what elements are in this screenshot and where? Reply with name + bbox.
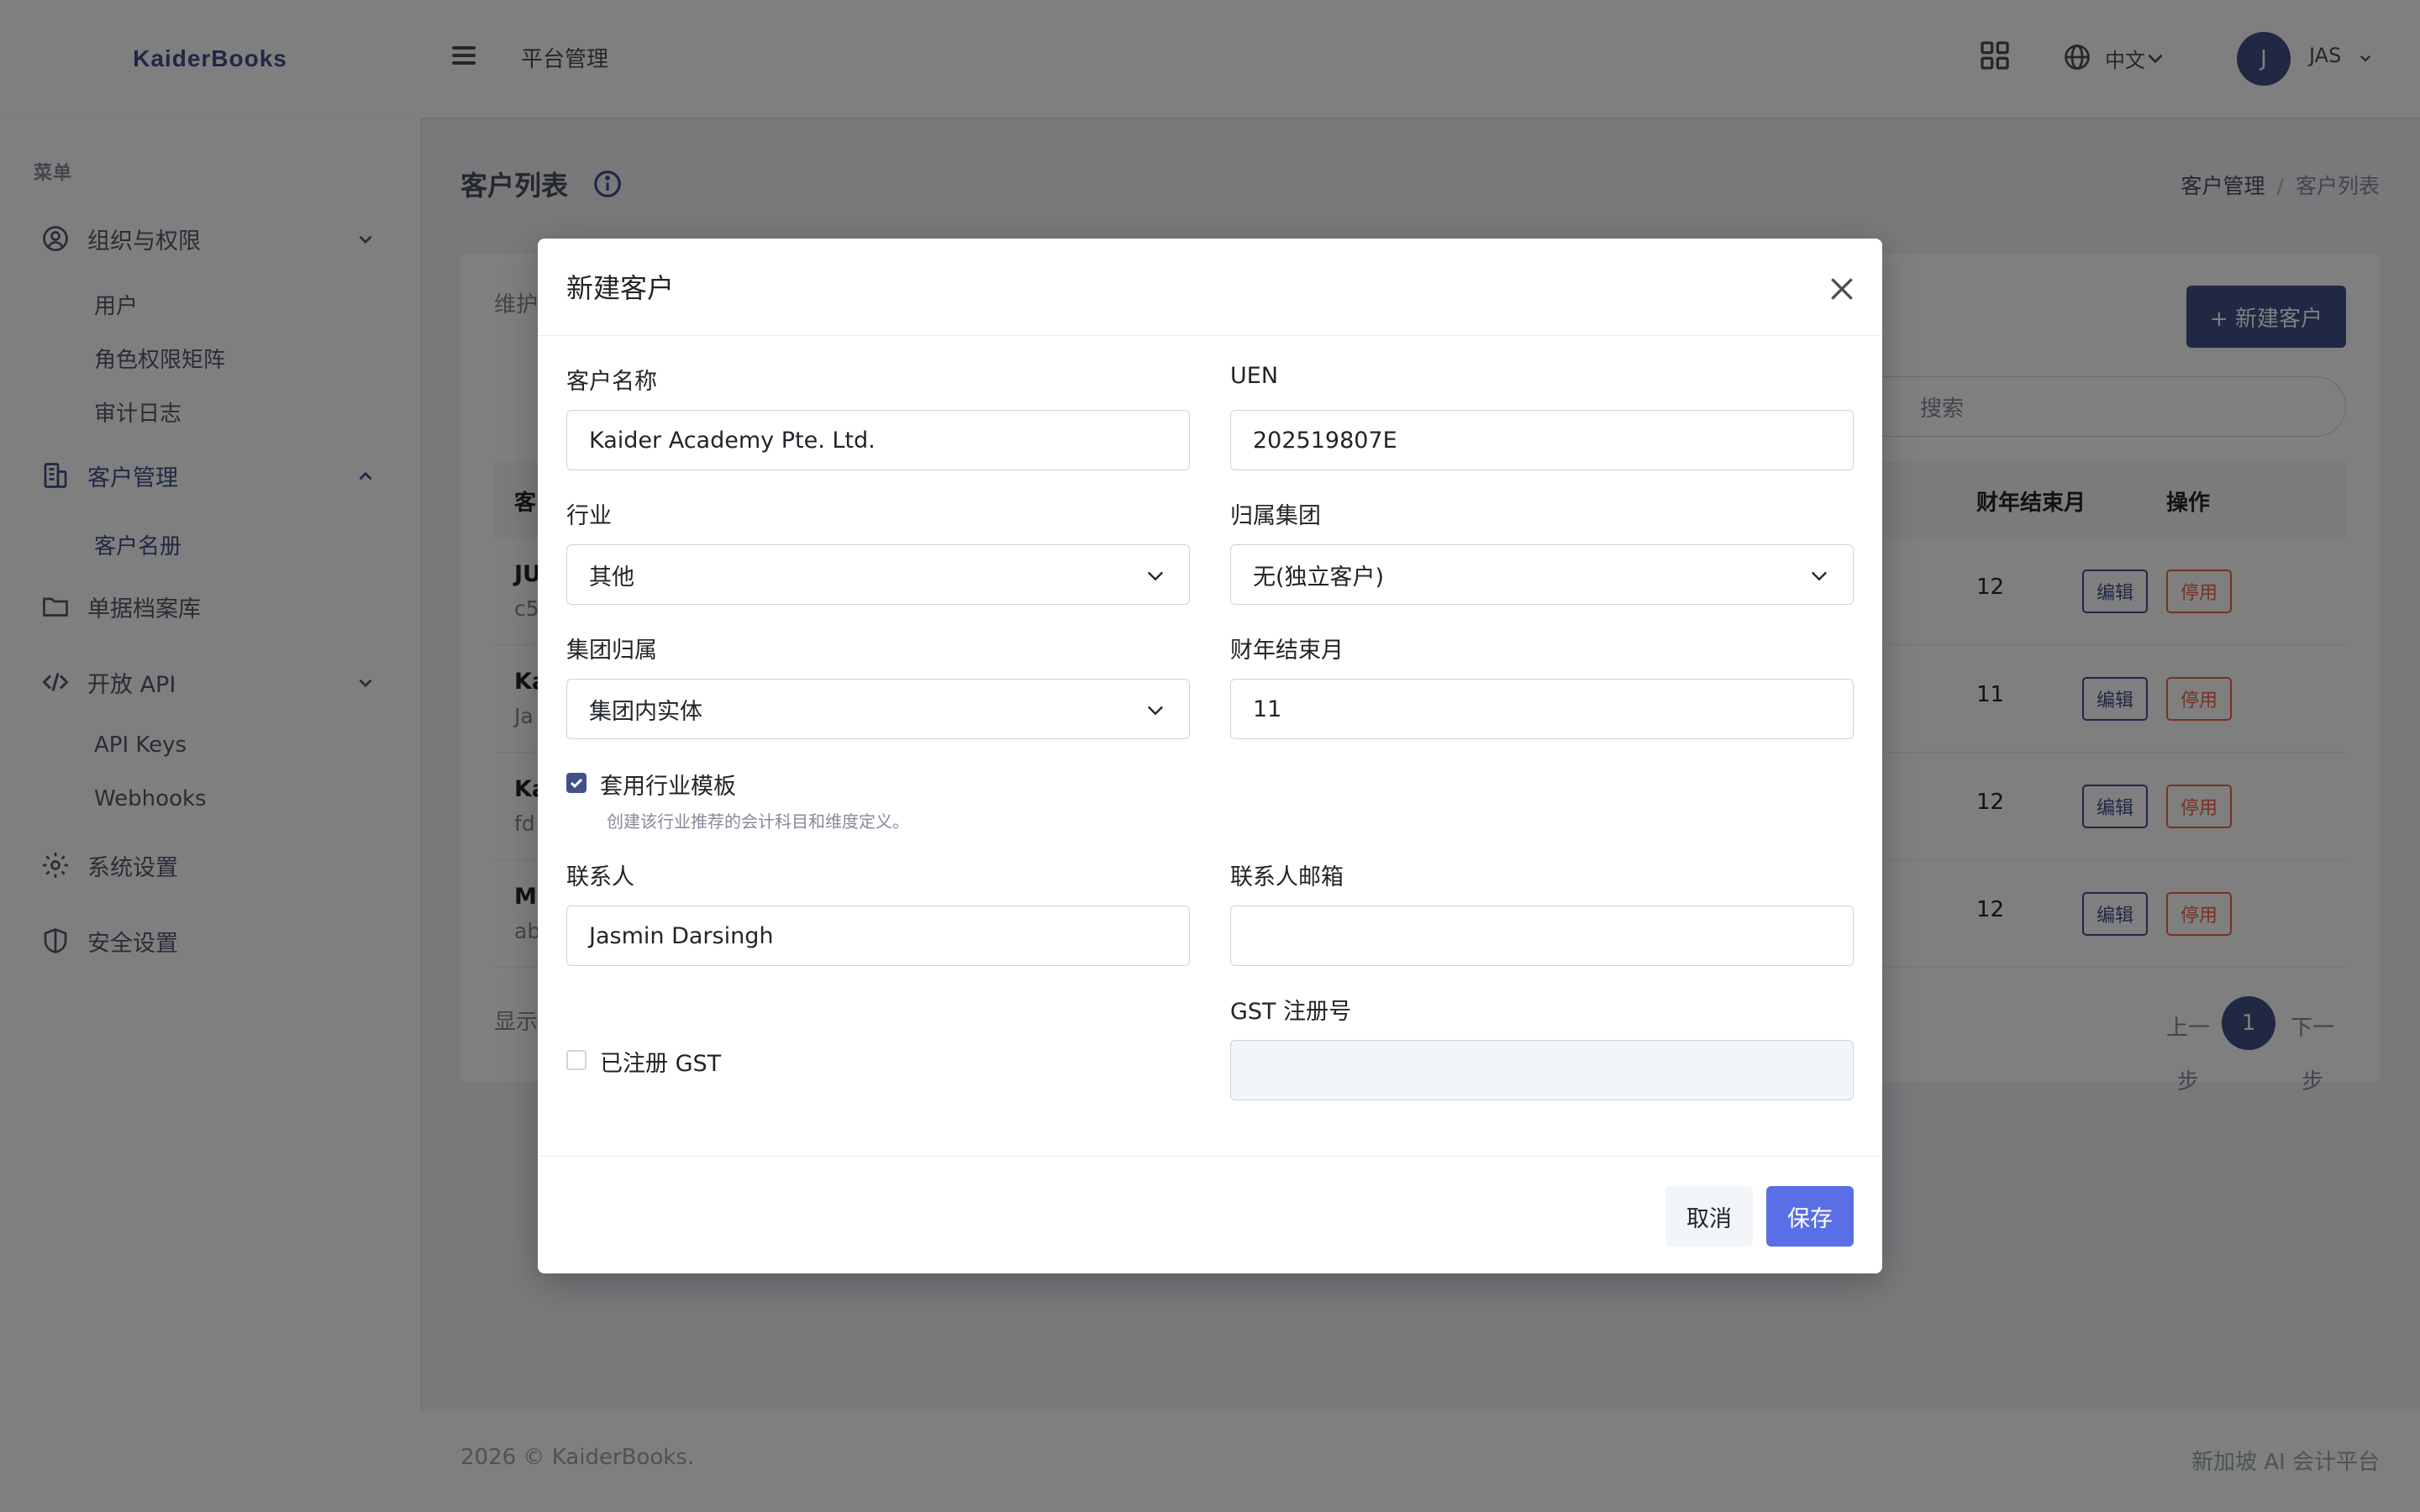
parent-group-label: 归属集团 bbox=[1230, 503, 1321, 529]
gst-registered-label[interactable]: 已注册 GST bbox=[600, 1045, 721, 1078]
uen-label: UEN bbox=[1230, 363, 1279, 389]
fy-end-label: 财年结束月 bbox=[1230, 638, 1344, 664]
contact-email-label: 联系人邮箱 bbox=[1230, 864, 1344, 890]
group-role-label: 集团归属 bbox=[566, 638, 657, 664]
group-role-select-value: 集团内实体 bbox=[589, 698, 702, 725]
group-role-select[interactable]: 集团内实体 bbox=[566, 679, 1190, 739]
modal-title: 新建客户 bbox=[566, 272, 675, 304]
client-name-input[interactable]: Kaider Academy Pte. Ltd. bbox=[566, 410, 1190, 470]
modal-footer-divider bbox=[538, 1156, 1882, 1157]
gst-number-label: GST 注册号 bbox=[1230, 999, 1352, 1025]
save-button[interactable]: 保存 bbox=[1766, 1186, 1854, 1247]
close-icon[interactable] bbox=[1825, 272, 1859, 306]
fy-end-input[interactable]: 11 bbox=[1230, 679, 1854, 739]
contact-email-input[interactable] bbox=[1230, 906, 1854, 966]
contact-input[interactable]: Jasmin Darsingh bbox=[566, 906, 1190, 966]
industry-label: 行业 bbox=[566, 503, 612, 529]
industry-select[interactable]: 其他 bbox=[566, 544, 1190, 605]
parent-group-select[interactable]: 无(独立客户) bbox=[1230, 544, 1854, 605]
gst-number-input[interactable] bbox=[1230, 1040, 1854, 1100]
new-client-modal: 新建客户 客户名称 Kaider Academy Pte. Ltd. UEN 2… bbox=[538, 239, 1882, 1273]
apply-template-checkbox[interactable] bbox=[566, 773, 587, 793]
apply-template-hint: 创建该行业推荐的会计科目和维度定义。 bbox=[607, 811, 909, 832]
check-icon bbox=[570, 778, 583, 789]
gst-registered-checkbox[interactable] bbox=[566, 1050, 587, 1070]
contact-label: 联系人 bbox=[566, 864, 634, 890]
chevron-down-icon bbox=[1148, 706, 1163, 716]
parent-group-select-value: 无(独立客户) bbox=[1253, 564, 1385, 591]
uen-input[interactable]: 202519807E bbox=[1230, 410, 1854, 470]
cancel-button[interactable]: 取消 bbox=[1665, 1186, 1753, 1247]
client-name-label: 客户名称 bbox=[566, 369, 657, 395]
industry-select-value: 其他 bbox=[589, 564, 634, 591]
chevron-down-icon bbox=[1812, 571, 1827, 581]
apply-template-label[interactable]: 套用行业模板 bbox=[600, 768, 736, 801]
chevron-down-icon bbox=[1148, 571, 1163, 581]
modal-header: 新建客户 bbox=[538, 239, 1882, 336]
